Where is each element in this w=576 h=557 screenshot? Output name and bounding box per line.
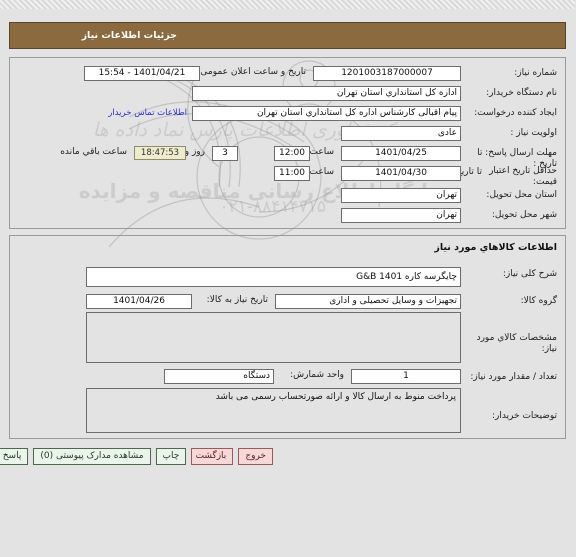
- footer-button-4[interactable]: مشاهده مدارک پیوستی (0): [34, 447, 152, 465]
- footer-button-5[interactable]: پاسخ به نیاز: [0, 447, 30, 465]
- label-hour-reply: ساعت: [310, 147, 336, 157]
- field-need-number[interactable]: 1201003187000007: [314, 66, 462, 81]
- footer-button-1[interactable]: خروج: [239, 447, 274, 465]
- field-priority[interactable]: عادی: [342, 126, 462, 141]
- label-buyer-org: نام دستگاه خریدار:: [487, 88, 558, 98]
- countdown-timer: 18:47:53: [135, 146, 187, 160]
- field-reply-deadline-time[interactable]: 12:00: [275, 146, 311, 161]
- footer-button-2[interactable]: بازگشت: [192, 447, 235, 465]
- label-unit: واحد شمارش:: [291, 370, 345, 380]
- label-remaining-suffix: ساعت باقي مانده: [61, 147, 128, 157]
- buyer-contact-link[interactable]: اطلاعات تماس خریدار: [109, 108, 188, 118]
- need-info-panel: شماره نیاز: 1201003187000007 تاریخ و ساع…: [10, 57, 567, 229]
- label-delivery-city: شهر محل تحویل:: [492, 210, 558, 220]
- page-root: جزئیات اطلاعات نیاز مرکز فرآوری اطلاعات …: [0, 9, 576, 557]
- label-goods-group: گروه کالا:: [521, 296, 558, 306]
- label-priority: اولویت نیاز :: [511, 128, 558, 138]
- page-header-bar: جزئیات اطلاعات نیاز: [10, 22, 567, 49]
- field-delivery-city[interactable]: تهران: [342, 208, 462, 223]
- field-request-creator[interactable]: پیام اقبالی کارشناس اداره کل استانداري ا…: [193, 106, 462, 121]
- label-need-date: تاریخ نیاز به کالا:: [207, 295, 269, 305]
- footer-button-bar: خروج بازگشت چاپ مشاهده مدارک پیوستی (0) پاسخ…: [0, 446, 567, 466]
- field-reply-deadline-date[interactable]: 1401/04/25: [342, 146, 462, 161]
- field-general-description[interactable]: چایگرسه کاره G&B 1401: [87, 267, 462, 287]
- footer-button-3[interactable]: چاپ: [156, 447, 188, 465]
- field-price-validity-date[interactable]: 1401/04/30: [342, 166, 462, 181]
- field-goods-group[interactable]: تجهیزات و وسایل تحصیلی و اداری: [276, 294, 462, 309]
- field-buyer-notes[interactable]: پرداخت منوط به ارسال کالا و ارائه صورتحس…: [87, 388, 462, 433]
- field-price-validity-time[interactable]: 11:00: [275, 166, 311, 181]
- page-top-pattern: [0, 0, 576, 9]
- label-goods-specs: مشخصات کالاي مورد نیاز:: [477, 333, 558, 354]
- page-title: جزئیات اطلاعات نیاز: [82, 30, 178, 41]
- field-quantity[interactable]: 1: [352, 369, 462, 384]
- label-need-number: شماره نیاز:: [515, 68, 558, 78]
- goods-info-panel: اطلاعات کالاهاي مورد نیاز شرح کلی نیاز: …: [10, 235, 567, 439]
- label-general-description: شرح کلی نیاز:: [503, 269, 558, 279]
- field-delivery-province[interactable]: تهران: [342, 188, 462, 203]
- label-delivery-province: استان محل تحویل:: [487, 190, 558, 200]
- label-announce-datetime: تاریخ و ساعت اعلان عمومی:: [198, 67, 307, 77]
- label-hour-validity: ساعت: [310, 167, 336, 177]
- field-announce-datetime[interactable]: 1401/04/21 - 15:54: [85, 66, 201, 81]
- label-quantity: تعداد / مقدار مورد نیاز:: [471, 372, 558, 382]
- field-goods-specs[interactable]: [87, 312, 462, 363]
- field-days-remaining: 3: [213, 146, 239, 161]
- field-buyer-org[interactable]: اداره کل استانداري استان تهران: [193, 86, 462, 101]
- label-buyer-notes: توضیحات خریدار:: [492, 411, 558, 421]
- goods-section-title: اطلاعات کالاهاي مورد نیاز: [435, 242, 558, 253]
- field-unit[interactable]: دستگاه: [165, 369, 275, 384]
- field-need-date[interactable]: 1401/04/26: [87, 294, 193, 309]
- label-request-creator: ایجاد کننده درخواست:: [475, 108, 558, 118]
